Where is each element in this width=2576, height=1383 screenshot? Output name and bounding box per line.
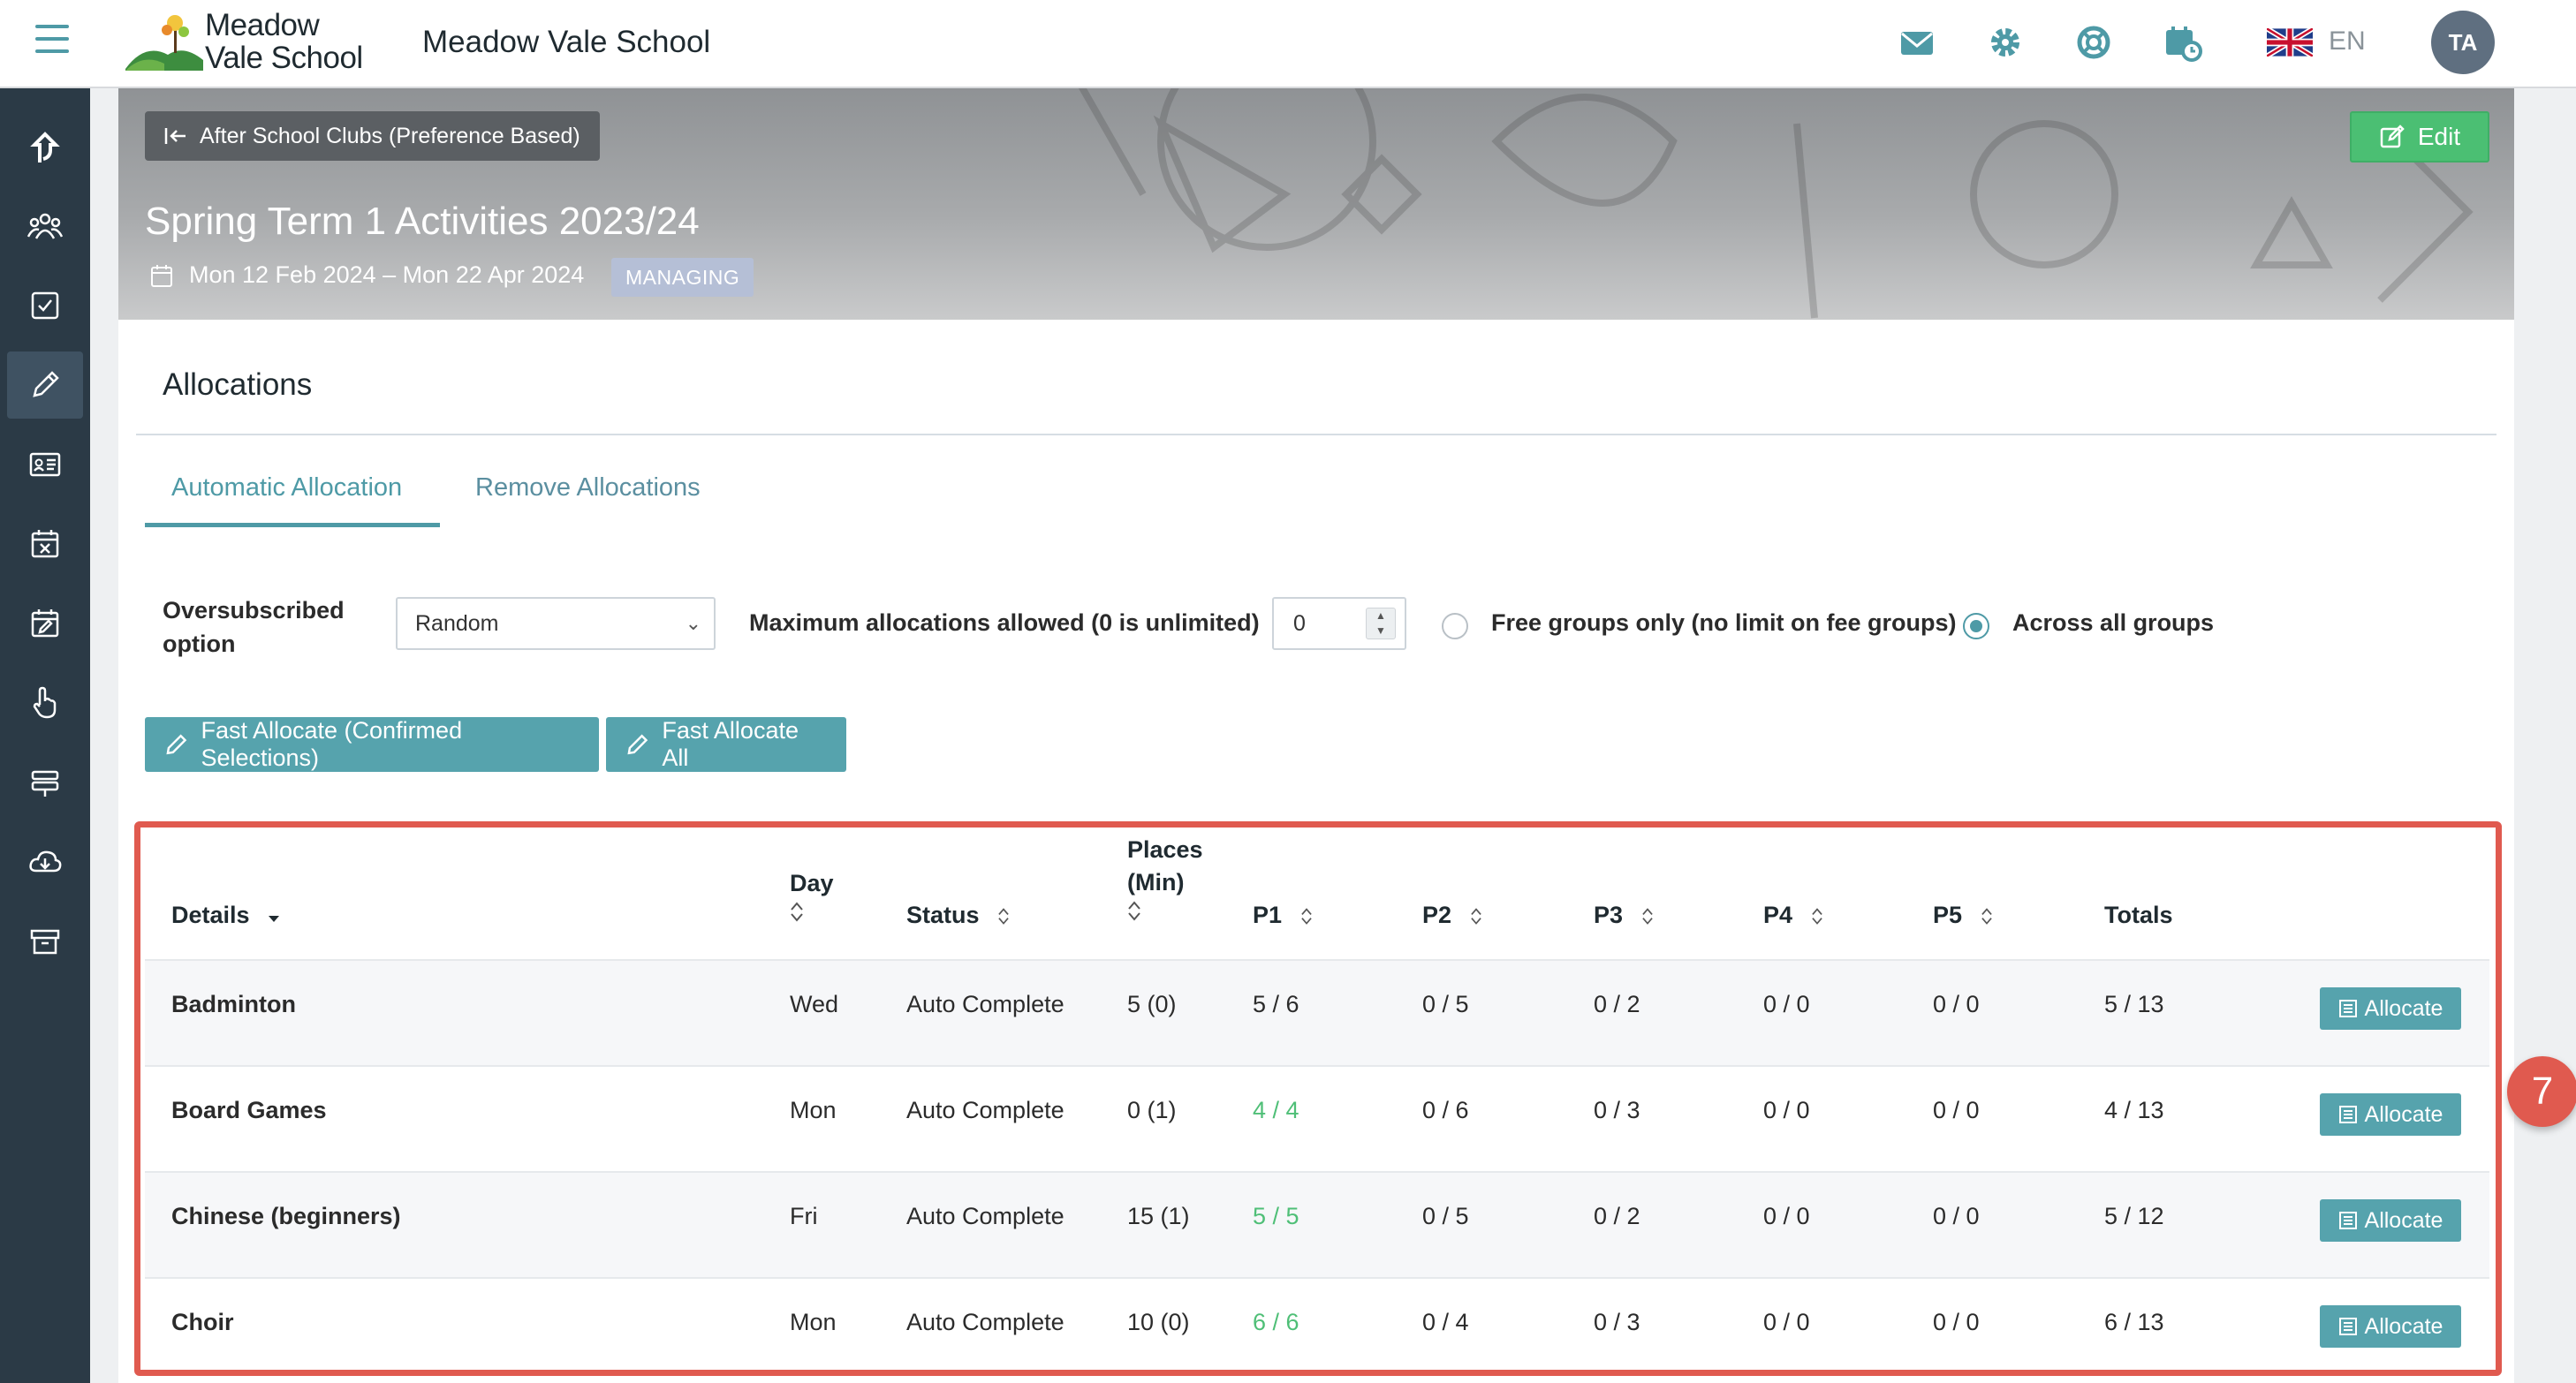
settings-gear-icon[interactable] [1984, 21, 2027, 64]
max-allocations-input[interactable]: 0 ▲ ▼ [1272, 597, 1406, 650]
edit-icon [2380, 125, 2405, 148]
fast-allocate-confirmed-button[interactable]: Fast Allocate (Confirmed Selections) [145, 717, 599, 772]
date-range-text: Mon 12 Feb 2024 – Mon 22 Apr 2024 [189, 261, 585, 288]
help-lifebuoy-icon[interactable] [2072, 21, 2115, 64]
mail-icon[interactable] [1896, 21, 1938, 64]
section-title: Allocations [163, 367, 313, 402]
uk-flag-icon[interactable] [2265, 26, 2315, 59]
sidebar-cloud-download-icon[interactable] [7, 828, 83, 896]
sidebar-archive-box-icon[interactable] [7, 908, 83, 975]
oversubscribed-label: Oversubscribed option [163, 597, 345, 657]
user-avatar[interactable]: TA [2431, 11, 2495, 74]
sidebar-calendar-x-icon[interactable] [7, 510, 83, 578]
pencil-icon [627, 734, 648, 755]
back-button-label: After School Clubs (Preference Based) [200, 123, 580, 148]
number-spinner[interactable]: ▲ ▼ [1366, 608, 1396, 639]
sidebar-hand-pointer-icon[interactable] [7, 669, 83, 737]
hamburger-menu-icon[interactable] [35, 25, 69, 55]
status-badge: MANAGING [611, 258, 754, 297]
sidebar-pencil-icon[interactable] [7, 351, 83, 419]
highlight-frame [134, 821, 2502, 1376]
date-range-row: Mon 12 Feb 2024 – Mon 22 Apr 2024 [150, 261, 584, 289]
chevron-down-icon: ⌄ [685, 612, 701, 634]
activity-title: Spring Term 1 Activities 2023/24 [145, 200, 700, 243]
pencil-icon [166, 734, 187, 755]
oversubscribed-select[interactable]: Random ⌄ [396, 597, 716, 650]
sidebar-users-group-icon[interactable] [7, 193, 83, 260]
fast-allocate-all-label: Fast Allocate All [662, 717, 799, 771]
sidebar-id-card-icon[interactable] [7, 431, 83, 498]
radio-across-all-groups[interactable] [1963, 613, 1989, 639]
radio-across-all-groups-label: Across all groups [2012, 609, 2215, 636]
calendar-icon [151, 264, 172, 287]
top-bar: Meadow Vale School Meadow Vale School EN… [0, 0, 2576, 88]
radio-free-groups[interactable] [1442, 613, 1468, 639]
fast-allocate-all-button[interactable]: Fast Allocate All [606, 717, 846, 772]
sidebar-checkbox-icon[interactable] [7, 272, 83, 339]
sidebar-nav [0, 88, 90, 1383]
logo-wordmark: Meadow Vale School [205, 8, 363, 75]
oversubscribed-value: Random [415, 611, 499, 636]
sidebar-signpost-icon[interactable] [7, 749, 83, 816]
sidebar-share-arrow-icon[interactable] [7, 115, 83, 182]
language-selector[interactable]: EN [2329, 26, 2366, 57]
sidebar-calendar-edit-icon[interactable] [7, 590, 83, 657]
edit-button-label: Edit [2417, 123, 2461, 150]
tab-automatic-allocation[interactable]: Automatic Allocation [171, 473, 402, 503]
back-to-clubs-button[interactable]: After School Clubs (Preference Based) [145, 111, 600, 161]
calendar-clock-icon[interactable] [2161, 21, 2203, 64]
edit-button[interactable]: Edit [2350, 111, 2489, 162]
section-divider [136, 434, 2496, 435]
radio-free-groups-label: Free groups only (no limit on fee groups… [1491, 609, 1957, 636]
max-allocations-value: 0 [1293, 611, 1306, 636]
tab-remove-allocations[interactable]: Remove Allocations [475, 473, 701, 503]
step-number-badge: 7 [2507, 1056, 2576, 1127]
fast-allocate-confirmed-label: Fast Allocate (Confirmed Selections) [201, 717, 463, 771]
active-tab-indicator [145, 523, 440, 527]
back-arrow-icon [164, 128, 186, 144]
school-name-title: Meadow Vale School [422, 25, 711, 59]
max-allocations-label: Maximum allocations allowed (0 is unlimi… [749, 609, 1260, 636]
